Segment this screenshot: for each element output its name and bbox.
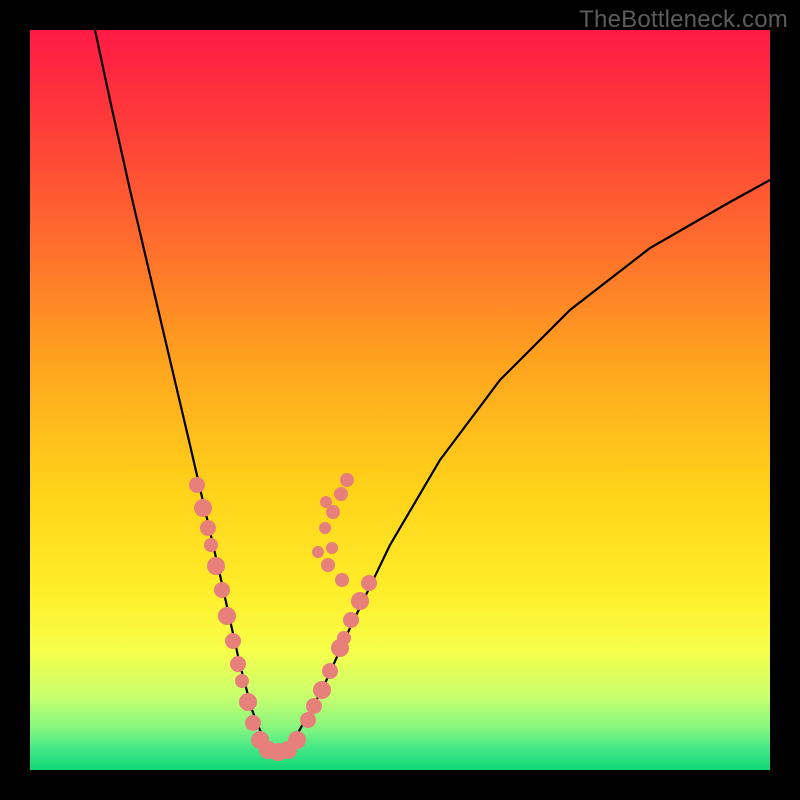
sample-point (306, 698, 322, 714)
sample-point (194, 499, 212, 517)
marker-group (189, 473, 377, 761)
sample-point (322, 663, 338, 679)
sample-point (239, 693, 257, 711)
sample-point (334, 487, 348, 501)
watermark-text: TheBottleneck.com (579, 6, 788, 34)
sample-point (351, 592, 369, 610)
sample-point (361, 575, 377, 591)
sample-point (214, 582, 230, 598)
sample-point (340, 473, 354, 487)
sample-point (230, 656, 246, 672)
sample-point (300, 712, 316, 728)
sample-point (207, 557, 225, 575)
chart-stage: TheBottleneck.com (0, 0, 800, 800)
sample-point (189, 477, 205, 493)
sample-point (312, 546, 324, 558)
bottleneck-curve (95, 30, 770, 750)
curve-layer (30, 30, 770, 770)
sample-point (235, 674, 249, 688)
sample-point (218, 607, 236, 625)
sample-point (319, 522, 331, 534)
sample-point (326, 542, 338, 554)
sample-point (204, 538, 218, 552)
sample-point (313, 681, 331, 699)
sample-point (200, 520, 216, 536)
sample-point (335, 573, 349, 587)
plot-area (30, 30, 770, 770)
sample-point (343, 612, 359, 628)
sample-point (225, 633, 241, 649)
sample-point (288, 731, 306, 749)
sample-point (245, 715, 261, 731)
sample-point (321, 558, 335, 572)
sample-point (337, 631, 351, 645)
sample-point (320, 496, 332, 508)
